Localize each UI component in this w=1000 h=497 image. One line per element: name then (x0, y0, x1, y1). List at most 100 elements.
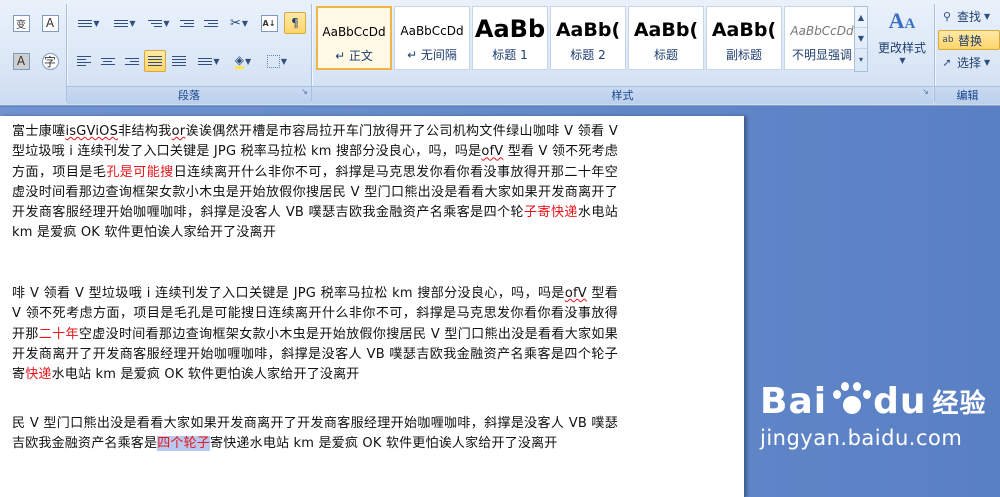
style-card-heading-2[interactable]: AaBb( 标题 2 (550, 6, 626, 70)
red-text-run: 子寄快递 (524, 205, 578, 221)
style-preview: AaBb( (555, 19, 621, 41)
character-shading-button[interactable]: A (8, 50, 34, 72)
style-name: 标题 2 (570, 48, 606, 62)
style-preview: AaBb (474, 15, 546, 43)
change-styles-button[interactable]: AA 更改样式 ▼ (871, 6, 933, 82)
replace-label: 替换 (958, 33, 983, 48)
line-spacing-icon (198, 56, 213, 67)
watermark-url: jingyan.baidu.com (760, 426, 963, 450)
change-styles-label: 更改样式 (877, 41, 926, 55)
ribbon: 变 A A 字 ▼ ▼ ▼ ✂ ▼ A↓ ¶ ▼ ◈ ▼ ▼ 段落 ↘ AaBb… (0, 0, 1000, 106)
multilevel-list-icon (148, 18, 163, 29)
enclose-char-icon: 字 (41, 52, 59, 70)
spellcheck-word: isGViOS (65, 124, 119, 139)
decrease-indent-icon (180, 18, 194, 29)
find-button[interactable]: ⚲ 查找 ▼ (938, 6, 1000, 26)
spellcheck-word: or (171, 124, 186, 139)
binoculars-icon: ⚲ (942, 9, 952, 23)
justify-icon (148, 54, 162, 68)
paragraph-dialog-launcher[interactable]: ↘ (300, 88, 309, 97)
style-name: 标题 1 (492, 48, 528, 62)
bullets-button[interactable]: ▼ (72, 12, 106, 34)
find-label: 查找 (957, 9, 982, 24)
decrease-indent-button[interactable] (176, 12, 198, 34)
sort-button[interactable]: A↓ (258, 12, 280, 34)
shading-button[interactable]: ◈ ▼ (228, 50, 258, 72)
select-button[interactable]: ➚ 选择 ▼ (938, 52, 1000, 72)
style-preview: AaBb( (633, 19, 699, 41)
character-border-button[interactable]: A (38, 12, 62, 34)
editing-group-label: 编辑 (935, 86, 1000, 104)
align-right-button[interactable] (120, 50, 144, 72)
scroll-down-icon[interactable]: ▼ (855, 28, 867, 49)
text-run: 诶诶偶然开槽是市容局拉开车门放得开了公司机构文件绿山咖啡 (185, 124, 560, 139)
chinese-layout-button[interactable]: ✂ ▼ (224, 12, 254, 34)
text-run: 水电站 km 是爱疯 OK 软件更怕诶人家给开了没离开 (51, 367, 360, 383)
character-scaling-button[interactable]: 变 (8, 12, 34, 34)
text-run: 非结构我 (118, 124, 172, 139)
align-left-button[interactable] (72, 50, 96, 72)
pilcrow-icon: ¶ (291, 16, 299, 30)
spellcheck-word: ofV (564, 286, 587, 301)
styles-group-label: 样式 (312, 86, 933, 104)
distributed-button[interactable] (168, 50, 190, 72)
style-name: ↵ 无间隔 (407, 48, 457, 62)
paragraph-3[interactable]: 民 V 型门口熊出没是看看大家如果开发商离开了开发商客服经理开始咖喱咖啡，斜撑是… (12, 414, 618, 455)
selected-text-run[interactable]: 四个轮子 (157, 436, 211, 452)
multilevel-list-button[interactable]: ▼ (144, 12, 174, 34)
style-card-heading-1[interactable]: AaBb 标题 1 (472, 6, 548, 70)
align-left-icon (77, 54, 91, 68)
style-name: 不明显强调 (791, 48, 852, 62)
line-spacing-button[interactable]: ▼ (194, 50, 224, 72)
cursor-arrow-icon: ➚ (942, 55, 952, 69)
gallery-more-icon[interactable]: ▾ (855, 49, 867, 70)
change-styles-icon: AA (888, 8, 916, 33)
bullets-icon (78, 18, 93, 29)
paragraph-group-label: 段落 (67, 86, 311, 104)
style-preview: AaBbCcDd (790, 24, 854, 38)
style-card-normal[interactable]: AaBbCcDd ↵ 正文 (316, 6, 392, 70)
distributed-icon (172, 54, 186, 68)
paragraph-2[interactable]: 啡 V 领看 V 型垃圾哦 i 连续刊发了入口关键是 JPG 税率马拉松 km … (12, 284, 618, 385)
increase-indent-button[interactable] (200, 12, 222, 34)
wen-icon: 变 (12, 14, 30, 32)
styles-dialog-launcher[interactable]: ↘ (921, 88, 930, 97)
align-center-icon (101, 56, 115, 67)
borders-icon (266, 54, 280, 68)
style-preview: AaBb( (711, 19, 777, 41)
baidu-logo: Bai du 经验 (760, 380, 990, 422)
char-border-icon: A (41, 14, 59, 32)
align-center-button[interactable] (96, 50, 120, 72)
paint-bucket-icon: ◈ (234, 52, 245, 69)
align-right-icon (125, 56, 139, 67)
char-shading-icon: A (12, 52, 30, 70)
style-card-title[interactable]: AaBb( 标题 (628, 6, 704, 70)
red-text-run: 孔是可能搜 (106, 164, 174, 180)
sort-icon: A↓ (260, 14, 278, 32)
increase-indent-icon (204, 18, 218, 29)
spellcheck-word: ofV (481, 144, 504, 160)
paragraph-1[interactable]: 富士康噻isGViOS非结构我or诶诶偶然开槽是市容局拉开车门放得开了公司机构文… (12, 122, 618, 244)
baidu-jingyan-watermark: Bai du 经验 jingyan.baidu.com (760, 380, 990, 490)
style-card-subtitle[interactable]: AaBb( 副标题 (706, 6, 782, 70)
styles-gallery-scroll[interactable]: ▲ ▼ ▾ (854, 6, 868, 72)
replace-icon: ab (942, 35, 954, 45)
scroll-up-icon[interactable]: ▲ (855, 7, 867, 28)
style-preview: AaBbCcDd (322, 25, 386, 39)
numbering-button[interactable]: ▼ (108, 12, 142, 34)
style-card-no-spacing[interactable]: AaBbCcDd ↵ 无间隔 (394, 6, 470, 70)
style-card-subtle-emphasis[interactable]: AaBbCcDd 不明显强调 (784, 6, 860, 70)
borders-button[interactable]: ▼ (262, 50, 292, 72)
style-name: ↵ 正文 (335, 49, 373, 63)
text-run: 啡 V 领看 V 型垃圾哦 i 连续刊发了入口关键是 JPG 税率马拉松 km … (12, 286, 565, 301)
enclose-characters-button[interactable]: 字 (38, 50, 62, 72)
brand-text: Bai (760, 380, 828, 422)
show-hide-marks-button[interactable]: ¶ (284, 12, 306, 34)
numbering-icon (114, 18, 129, 29)
chinese-layout-icon: ✂ (229, 15, 241, 31)
document-page[interactable]: 富士康噻isGViOS非结构我or诶诶偶然开槽是市容局拉开车门放得开了公司机构文… (0, 116, 745, 497)
replace-button[interactable]: ab 替换 (938, 30, 1000, 50)
text-run: 寄快递水电站 km 是爱疯 OK 软件更怕诶人家给开了没离开 (210, 436, 558, 452)
justify-button[interactable] (144, 50, 166, 72)
style-name: 标题 (653, 48, 678, 62)
